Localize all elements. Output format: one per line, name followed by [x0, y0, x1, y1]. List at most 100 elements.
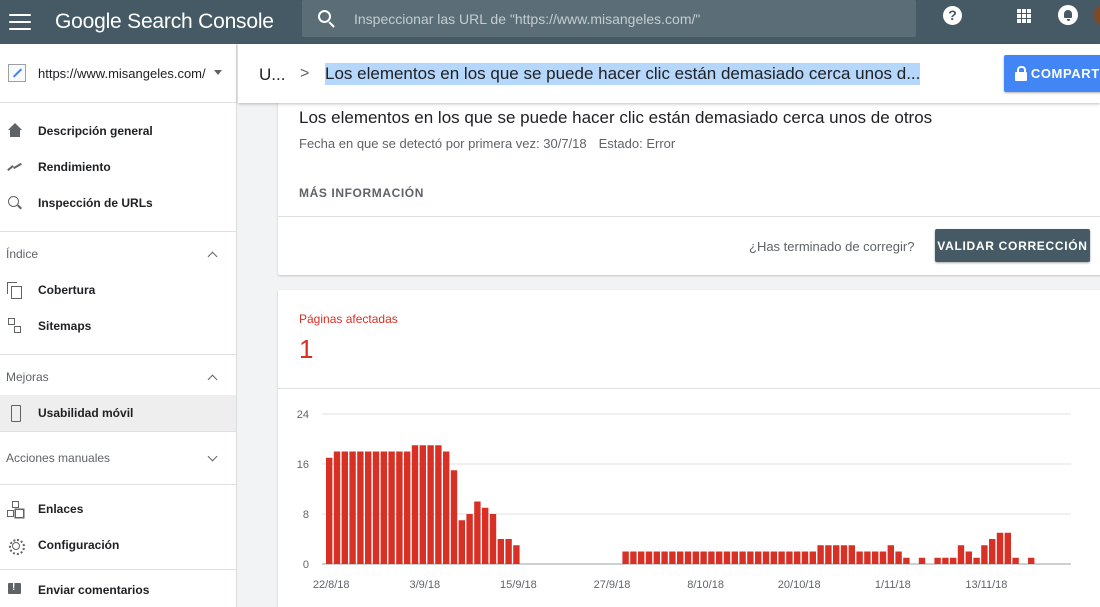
sidebar-item-send-feedback[interactable]: Enviar comentarios	[0, 572, 236, 607]
y-tick-label: 24	[297, 409, 309, 421]
chart-bar	[981, 545, 988, 564]
chart-bar	[466, 514, 473, 564]
url-inspection-search[interactable]	[302, 0, 916, 37]
chart-bar	[396, 451, 403, 564]
link-tree-icon	[7, 501, 23, 517]
validate-fix-button[interactable]: VALIDAR CORRECCIÓN	[935, 229, 1090, 262]
chart-bar	[809, 551, 816, 564]
chart-bar	[513, 545, 520, 564]
chart-bar	[357, 451, 364, 564]
top-app-bar: Google Search Console ?	[0, 0, 1100, 44]
avatar[interactable]	[1094, 4, 1100, 26]
sidebar-item-label: Descripción general	[38, 124, 153, 138]
chart-bar	[723, 551, 731, 564]
status-badge: Estado: Error	[598, 136, 676, 151]
sidebar-item-settings[interactable]: Configuración	[0, 527, 236, 563]
chart-bar	[482, 507, 489, 564]
property-selector[interactable]: https://www.misangeles.com/	[0, 44, 236, 103]
section-manual-actions[interactable]: Acciones manuales	[0, 440, 236, 476]
affected-pages-count: 1	[299, 334, 314, 364]
chart-bar	[450, 470, 458, 564]
chart-bar	[365, 451, 372, 564]
chart-bar	[755, 551, 762, 564]
issue-meta: Fecha en que se detectó por primera vez:…	[299, 136, 675, 151]
chart-bar	[700, 551, 707, 564]
sidebar-item-performance[interactable]: Rendimiento	[0, 149, 236, 185]
y-tick-label: 0	[303, 559, 309, 571]
chart-bar	[731, 551, 738, 564]
chart-bar	[653, 551, 660, 564]
notifications-icon[interactable]	[1058, 5, 1078, 25]
chart-bar	[840, 545, 848, 564]
chart-bar	[872, 551, 879, 564]
search-icon	[7, 195, 23, 211]
chart-bar	[326, 457, 333, 564]
chart-bar	[825, 545, 832, 564]
x-tick-label: 8/10/18	[687, 579, 724, 591]
divider	[278, 216, 1100, 217]
sidebar-item-label: Enviar comentarios	[38, 583, 150, 597]
sidebar-item-label: Cobertura	[38, 283, 96, 297]
breadcrumb-root[interactable]: U...	[259, 65, 285, 85]
chevron-down-icon[interactable]	[207, 451, 218, 461]
chart-bar	[684, 551, 692, 564]
chart-bar	[786, 551, 793, 564]
chart-bar	[817, 545, 824, 564]
section-improvements-label: Mejoras	[6, 370, 49, 384]
x-tick-label: 3/9/18	[410, 579, 441, 591]
chart-bar	[739, 551, 746, 564]
search-icon[interactable]	[318, 9, 336, 28]
property-icon	[8, 64, 26, 82]
share-button[interactable]: COMPARTIR	[1004, 55, 1100, 92]
more-info-link[interactable]: MÁS INFORMACIÓN	[299, 186, 424, 200]
sidebar-item-url-inspection[interactable]: Inspección de URLs	[0, 185, 236, 221]
chart-bar	[918, 557, 926, 564]
y-tick-label: 16	[297, 459, 309, 471]
chart-bar	[380, 451, 387, 564]
sidebar-item-label: Inspección de URLs	[38, 196, 153, 210]
app-brand[interactable]: Google Search Console	[55, 10, 274, 34]
sidebar-item-label: Rendimiento	[38, 160, 111, 174]
chevron-up-icon[interactable]	[207, 374, 218, 384]
section-index-label: Índice	[6, 247, 39, 261]
sidebar-item-mobile-usability[interactable]: Usabilidad móvil	[0, 395, 236, 431]
feedback-icon	[7, 582, 23, 598]
section-improvements[interactable]: Mejoras	[0, 359, 236, 395]
first-detected-date: Fecha en que se detectó por primera vez:…	[299, 136, 587, 151]
phone-icon	[7, 405, 23, 422]
chart-bar	[1028, 557, 1035, 564]
chart-bar	[747, 551, 754, 564]
chart-bar	[973, 557, 980, 564]
chart-bar	[864, 551, 871, 564]
sidebar-item-coverage[interactable]: Cobertura	[0, 272, 236, 308]
caret-down-icon[interactable]	[214, 70, 222, 75]
chart-bar	[505, 539, 512, 564]
chart-bar	[716, 551, 723, 564]
chart-bar	[965, 551, 972, 564]
x-tick-label: 20/10/18	[778, 579, 821, 591]
affected-pages-label: Páginas afectadas	[299, 312, 398, 326]
section-manual-actions-label: Acciones manuales	[6, 451, 111, 465]
chart-bar	[778, 551, 785, 564]
home-icon	[7, 123, 23, 139]
chart-bar	[388, 451, 395, 564]
sidebar-item-sitemaps[interactable]: Sitemaps	[0, 308, 236, 344]
sidebar-item-links[interactable]: Enlaces	[0, 491, 236, 527]
sitemap-icon	[7, 318, 23, 334]
chart-bar	[630, 551, 637, 564]
sidebar-item-overview[interactable]: Descripción general	[0, 113, 236, 149]
chart-bar	[411, 445, 419, 564]
gear-icon	[7, 537, 25, 555]
apps-grid-icon[interactable]	[1017, 9, 1031, 23]
chart-bar	[895, 551, 902, 564]
help-icon[interactable]: ?	[943, 6, 962, 25]
chart-bar	[833, 545, 840, 564]
menu-icon[interactable]	[9, 14, 31, 30]
chart-bar	[427, 445, 434, 564]
chevron-up-icon[interactable]	[207, 251, 218, 261]
chart-bar	[692, 551, 699, 564]
chart-bar	[638, 551, 645, 564]
x-tick-label: 27/9/18	[594, 579, 631, 591]
url-inspection-input[interactable]	[354, 3, 914, 34]
section-index[interactable]: Índice	[0, 236, 236, 272]
